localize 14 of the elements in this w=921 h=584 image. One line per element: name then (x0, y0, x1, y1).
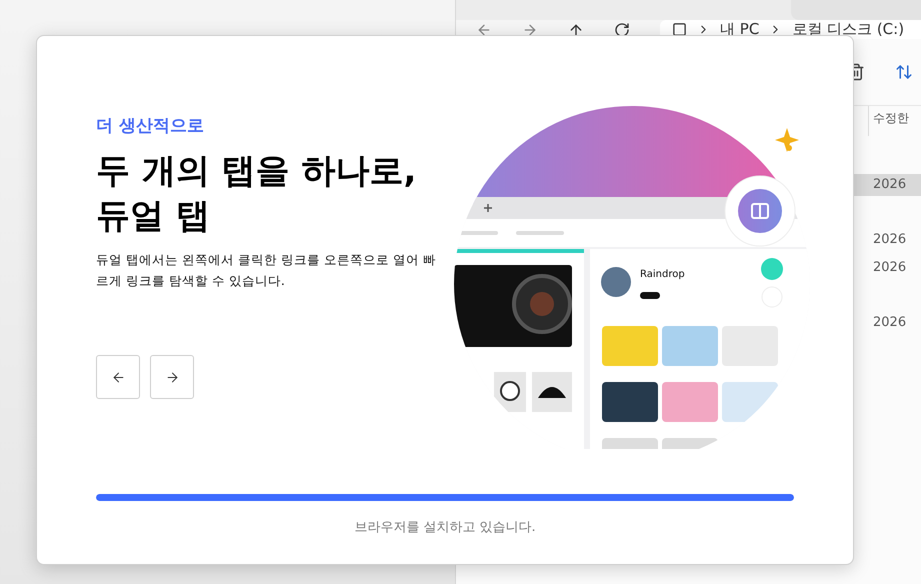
dual-tab-illustration-drawing: Raindrop (454, 106, 810, 449)
eyebrow-text: 더 생산적으로 (96, 115, 205, 137)
forward-icon[interactable] (522, 22, 538, 38)
column-header[interactable]: 수정한 (868, 106, 921, 136)
back-icon[interactable] (476, 22, 492, 38)
square-icon (672, 22, 687, 37)
dialog-title: 두 개의 탭을 하나로, 듀얼 탭 (96, 150, 418, 238)
up-icon[interactable] (568, 22, 584, 38)
arrow-right-icon (164, 370, 180, 384)
sort-icon[interactable] (895, 63, 913, 81)
status-text: 브라우저를 설치하고 있습니다. (353, 519, 537, 536)
refresh-icon[interactable] (614, 22, 630, 38)
description-text: 듀얼 탭에서는 왼쪽에서 클릭한 링크를 오른쪽으로 열어 빠르게 링크를 탐색할 수 있습니다. (96, 251, 437, 290)
breadcrumb-item[interactable]: 내 PC (720, 20, 760, 39)
